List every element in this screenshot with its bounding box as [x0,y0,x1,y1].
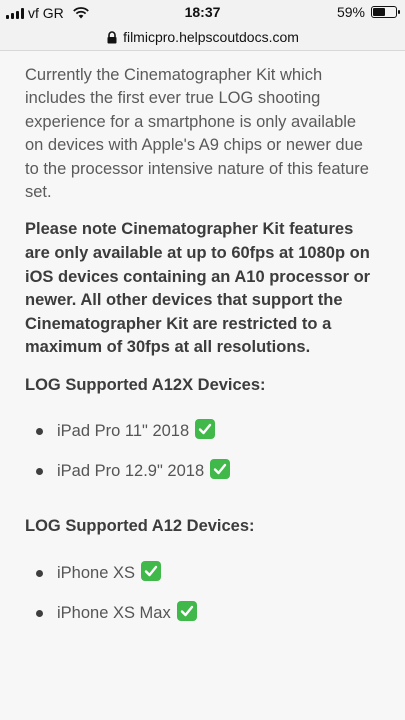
status-right: 59% [336,4,400,20]
device-name: iPad Pro 11" 2018 [57,422,190,441]
url-text[interactable]: filmicpro.helpscoutdocs.com [123,29,299,45]
bullet [36,569,43,577]
lock-icon [107,30,117,43]
list-item: iPad Pro 11" 2018 [25,417,375,457]
bullet [36,468,43,476]
list-item: iPhone XS [25,559,375,599]
note-paragraph: Please note Cinematographer Kit features… [25,220,371,357]
device-name: iPhone XS Max [57,603,171,622]
battery-fill [373,8,386,16]
device-list-a12x: iPad Pro 11" 2018 iPad Pro 12.9" 2018 [25,417,375,497]
address-bar[interactable]: filmicpro.helpscoutdocs.com [0,24,405,51]
check-mark-icon [140,560,161,581]
check-mark-icon [210,459,231,480]
device-name: iPad Pro 12.9" 2018 [57,462,205,481]
list-item: iPhone XS Max [25,599,375,639]
intro-paragraph: Currently the Cinematographer Kit which … [25,66,369,202]
list-item: iPad Pro 12.9" 2018 [25,457,375,497]
status-bar: vf GR 18:37 59% [0,0,405,24]
article-body: Currently the Cinematographer Kit which … [25,64,375,639]
section-heading-a12x: LOG Supported A12X Devices: [25,376,266,394]
battery-icon [371,6,400,18]
battery-percent: 59% [336,4,365,20]
check-mark-icon [195,419,216,440]
section-heading-a12: LOG Supported A12 Devices: [25,517,255,536]
check-mark-icon [176,600,197,621]
device-list-a12: iPhone XS iPhone XS Max [25,559,375,639]
bullet [36,428,43,436]
bullet [36,609,43,617]
device-name: iPhone XS [57,563,135,582]
